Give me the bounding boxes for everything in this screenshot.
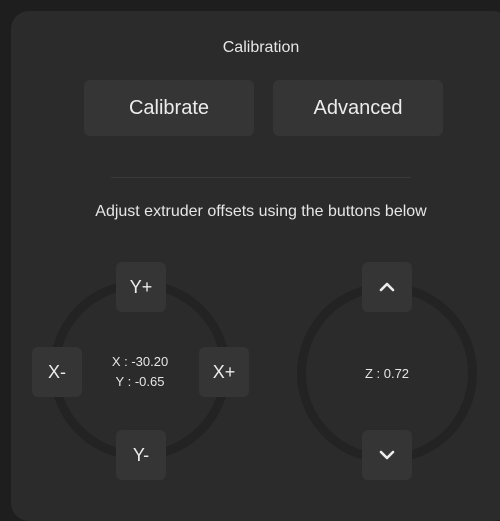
z-down-button[interactable] bbox=[362, 430, 412, 480]
z-up-button[interactable] bbox=[362, 262, 412, 312]
advanced-button[interactable]: Advanced bbox=[273, 80, 443, 136]
y-offset-value: Y : -0.65 bbox=[115, 374, 165, 389]
x-minus-button[interactable]: X- bbox=[32, 347, 82, 397]
chevron-down-icon bbox=[379, 450, 395, 460]
xy-offset-readout: X : -30.20 Y : -0.65 bbox=[90, 352, 190, 392]
z-offset-readout: Z : 0.72 bbox=[364, 366, 410, 381]
y-minus-button[interactable]: Y- bbox=[116, 430, 166, 480]
calibration-panel: Calibration Calibrate Advanced Adjust ex… bbox=[11, 11, 500, 521]
y-plus-button[interactable]: Y+ bbox=[116, 262, 166, 312]
x-plus-button[interactable]: X+ bbox=[199, 347, 249, 397]
instructions-text: Adjust extruder offsets using the button… bbox=[95, 203, 427, 220]
divider bbox=[111, 177, 411, 178]
chevron-up-icon bbox=[379, 282, 395, 292]
calibrate-button[interactable]: Calibrate bbox=[84, 80, 254, 136]
panel-title: Calibration bbox=[222, 39, 300, 56]
x-offset-value: X : -30.20 bbox=[111, 354, 169, 369]
